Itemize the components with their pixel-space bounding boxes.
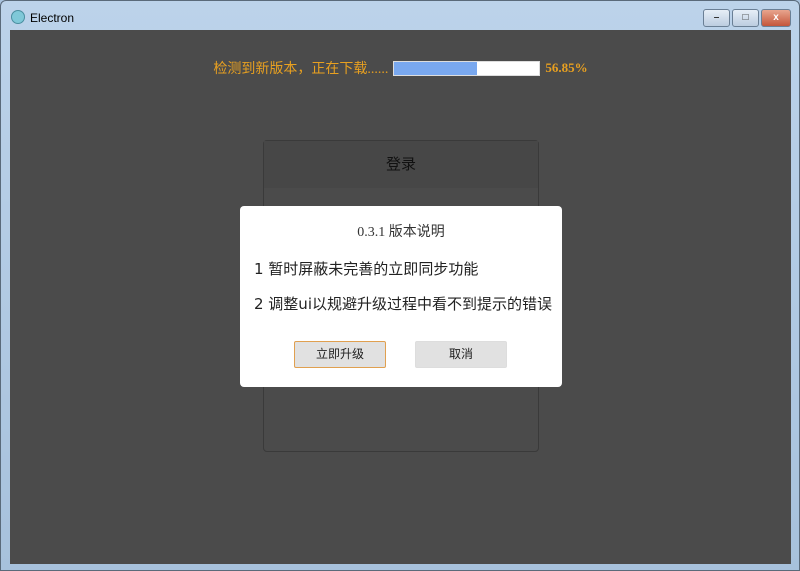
dialog-title: 0.3.1 版本说明 (357, 225, 445, 240)
progress-percent: 56.85% (545, 60, 588, 75)
close-button[interactable]: x (761, 9, 791, 27)
release-notes-dialog: 0.3.1 版本说明 1 暂时屏蔽未完善的立即同步功能 2 调整ui以规避升级过… (240, 206, 562, 387)
cancel-button[interactable]: 取消 (415, 341, 507, 368)
maximize-button[interactable]: □ (732, 9, 759, 27)
content-area: 检测到新版本，正在下载...... 56.85% 登录 0.3.1 版本说明 1… (10, 30, 791, 564)
minimize-button[interactable]: – (703, 9, 730, 27)
app-window: Electron – □ x 检测到新版本，正在下载...... 56.85% … (0, 0, 800, 571)
window-title: Electron (30, 11, 75, 25)
upgrade-now-button[interactable]: 立即升级 (294, 341, 386, 368)
download-progress-bar (393, 60, 541, 76)
electron-app-icon (11, 10, 25, 24)
login-title: 登录 (264, 141, 538, 188)
release-note-item: 2 调整ui以规避升级过程中看不到提示的错误 (254, 295, 552, 313)
update-notice: 检测到新版本，正在下载...... 56.85% (10, 58, 791, 78)
release-note-item: 1 暂时屏蔽未完善的立即同步功能 (254, 260, 479, 278)
update-message: 检测到新版本，正在下载...... (213, 62, 389, 77)
progress-fill (394, 61, 477, 75)
title-bar[interactable]: Electron – □ x (1, 1, 800, 30)
